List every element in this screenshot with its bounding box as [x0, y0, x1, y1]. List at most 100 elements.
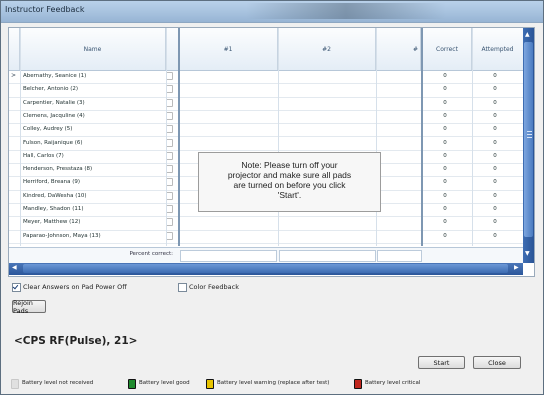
note-line: Note: Please turn off your	[241, 160, 338, 170]
note-line: projector and make sure all pads	[227, 170, 352, 180]
pin-icon[interactable]	[166, 85, 173, 94]
horizontal-scroll-thumb[interactable]	[23, 264, 508, 273]
table-row[interactable]: Carpentier, Natalie (3) 0 0	[9, 98, 523, 111]
column-header-q2[interactable]: #2	[278, 28, 376, 70]
column-divider	[472, 28, 473, 246]
student-name: Kindred, DaWesha (10)	[23, 192, 87, 199]
grid-header: Name #1 #2 # Correct Attempted	[9, 28, 523, 71]
student-name: Fulson, Raijanique (6)	[23, 139, 83, 146]
pin-icon[interactable]	[166, 151, 173, 160]
correct-count: 0	[443, 112, 447, 119]
column-header-q3[interactable]: #	[376, 28, 421, 70]
pin-icon[interactable]	[166, 178, 173, 187]
battery-critical-icon	[354, 379, 362, 389]
current-row-indicator-icon: >	[11, 72, 17, 79]
student-name: Carpentier, Natalie (3)	[23, 99, 85, 106]
column-divider	[278, 28, 279, 246]
horizontal-scrollbar[interactable]: ◀ ▶	[9, 263, 523, 275]
correct-count: 0	[443, 139, 447, 146]
percent-correct-label: Percent correct:	[129, 251, 173, 257]
pin-icon[interactable]	[166, 165, 173, 174]
pin-icon[interactable]	[166, 72, 173, 80]
percent-correct-q3	[377, 250, 422, 262]
table-row[interactable]: > Abernathy, Seanice (1) 0 0	[9, 71, 523, 85]
student-name: Hall, Carlos (7)	[23, 152, 64, 159]
device-info: <CPS RF(Pulse), 21>	[14, 335, 138, 347]
start-button[interactable]: Start	[418, 356, 465, 369]
attempted-count: 0	[493, 206, 497, 212]
pin-icon[interactable]	[166, 111, 173, 120]
student-name: Abernathy, Seanice (1)	[23, 73, 87, 79]
battery-legend: Battery level not received Battery level…	[11, 379, 451, 389]
correct-count: 0	[443, 206, 447, 212]
table-row[interactable]: Belcher, Antonio (2) 0 0	[9, 84, 523, 98]
percent-correct-row: Percent correct:	[9, 247, 523, 263]
attempted-count: 0	[493, 99, 497, 106]
note-line: 'Start'.	[277, 190, 302, 200]
row-indicator-header	[9, 28, 20, 70]
pin-icon[interactable]	[166, 98, 173, 107]
attempted-count: 0	[493, 179, 497, 186]
pin-icon[interactable]	[166, 191, 173, 200]
clear-answers-checkbox[interactable]	[12, 283, 21, 292]
pin-icon[interactable]	[166, 231, 173, 240]
correct-count: 0	[443, 73, 447, 79]
column-header-name[interactable]: Name	[20, 28, 166, 70]
attempted-count: 0	[493, 112, 497, 119]
title-bar-background	[246, 3, 446, 19]
clear-answers-label[interactable]: Clear Answers on Pad Power Off	[23, 283, 127, 291]
student-name: Colley, Audrey (5)	[23, 126, 73, 133]
scroll-right-icon[interactable]: ▶	[514, 264, 519, 271]
legend-not-received: Battery level not received	[22, 380, 94, 386]
student-name: Clemens, Jacquline (4)	[23, 112, 85, 119]
color-feedback-label[interactable]: Color Feedback	[189, 283, 239, 291]
table-row[interactable]: Colley, Audrey (5) 0 0	[9, 124, 523, 138]
correct-count: 0	[443, 192, 447, 199]
column-header-correct[interactable]: Correct	[423, 28, 472, 70]
table-row[interactable]: Fulson, Raijanique (6) 0 0	[9, 138, 523, 151]
correct-count: 0	[443, 152, 447, 159]
pin-icon[interactable]	[166, 218, 173, 227]
close-button[interactable]: Close	[473, 356, 521, 369]
vertical-scroll-thumb[interactable]	[524, 42, 533, 237]
scroll-grip	[527, 134, 532, 135]
table-row[interactable]: Paparao-Johnson, Maya (13) 0 0	[9, 231, 523, 244]
rejoin-pads-button[interactable]: Rejoin Pads	[12, 299, 46, 315]
scroll-up-icon[interactable]: ▲	[525, 31, 530, 38]
column-header-attempted[interactable]: Attempted	[472, 28, 523, 70]
window-title: Instructor Feedback	[5, 5, 85, 14]
column-header-q1[interactable]: #1	[179, 28, 278, 70]
instruction-note: Note: Please turn off your projector and…	[198, 152, 381, 212]
correct-count: 0	[443, 86, 447, 93]
table-row[interactable]: Meyer, Matthew (12) 0 0	[9, 217, 523, 231]
correct-count: 0	[443, 232, 447, 239]
table-row[interactable]: Clemens, Jacquline (4) 0 0	[9, 111, 523, 125]
correct-count: 0	[443, 219, 447, 226]
pin-icon[interactable]	[166, 138, 173, 147]
column-divider	[20, 28, 21, 246]
correct-count: 0	[443, 99, 447, 106]
pin-icon[interactable]	[166, 205, 173, 213]
color-feedback-checkbox[interactable]	[178, 283, 187, 292]
scroll-left-icon[interactable]: ◀	[12, 264, 17, 271]
attempted-count: 0	[493, 73, 497, 79]
vertical-scrollbar[interactable]: ▲ ▼	[523, 28, 534, 263]
student-name: Henderson, Presstaza (8)	[23, 166, 93, 173]
scroll-down-icon[interactable]: ▼	[525, 250, 530, 257]
student-name: Mandley, Shadon (11)	[23, 206, 84, 212]
title-bar: Instructor Feedback	[1, 1, 543, 23]
column-divider	[178, 28, 180, 246]
column-divider	[421, 28, 423, 246]
pin-icon[interactable]	[166, 125, 173, 134]
note-line: are turned on before you click	[233, 180, 346, 190]
percent-correct-q1	[180, 250, 277, 262]
percent-correct-q2	[279, 250, 376, 262]
attempted-count: 0	[493, 232, 497, 239]
column-divider	[376, 28, 377, 246]
attempted-count: 0	[493, 152, 497, 159]
scroll-grip	[527, 131, 532, 132]
attempted-count: 0	[493, 166, 497, 173]
instructor-feedback-window: Instructor Feedback Name #1 #2 # Correct…	[0, 0, 544, 395]
column-divider	[166, 28, 167, 246]
legend-good: Battery level good	[139, 380, 190, 386]
